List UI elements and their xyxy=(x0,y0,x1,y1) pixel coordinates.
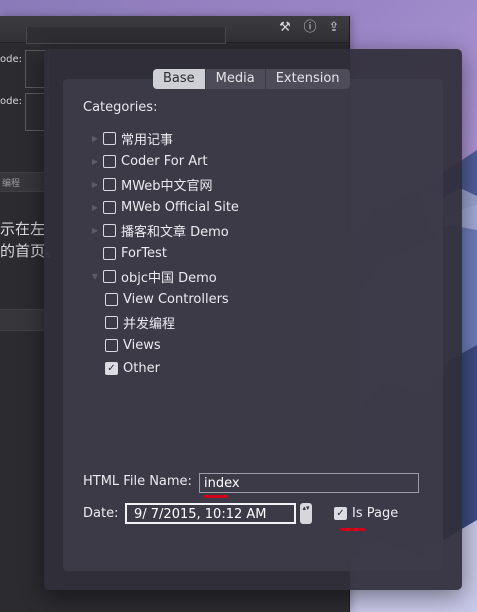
category-label: Views xyxy=(123,337,161,353)
category-item[interactable]: ▶ Coder For Art xyxy=(89,152,208,170)
date-stepper[interactable]: ▴▾ xyxy=(300,503,312,524)
field-label-1: ode: xyxy=(0,54,22,65)
category-item[interactable]: View Controllers xyxy=(105,290,229,308)
category-checkbox[interactable] xyxy=(103,246,116,260)
field-label-2: ode: xyxy=(0,96,22,107)
annotation-underline-filename xyxy=(203,495,228,498)
date-input[interactable]: 9/ 7/2015, 10:12 AM xyxy=(125,503,296,524)
category-label: MWeb Official Site xyxy=(121,199,239,215)
tag-strip: 编程 xyxy=(0,172,44,192)
categories-label: Categories: xyxy=(83,100,158,115)
category-checkbox[interactable] xyxy=(103,269,116,283)
category-label: objc中国 Demo xyxy=(121,270,217,286)
tab-base[interactable]: Base xyxy=(153,69,205,89)
editor-title-field[interactable] xyxy=(26,27,226,44)
editor-divider-strip xyxy=(0,309,44,331)
category-item[interactable]: 并发编程 xyxy=(105,313,176,332)
tab-media[interactable]: Media xyxy=(204,69,265,89)
is-page-option[interactable]: ✓ Is Page xyxy=(334,506,398,521)
category-item[interactable]: ▶ MWeb Official Site xyxy=(89,198,239,216)
category-item[interactable]: ▶ MWeb中文官网 xyxy=(89,175,213,194)
category-checkbox[interactable] xyxy=(103,154,116,168)
disclosure-collapsed-icon[interactable]: ▶ xyxy=(89,134,101,143)
preview-text-line-1: 示在左 xyxy=(0,220,46,238)
category-label: Coder For Art xyxy=(121,153,208,169)
category-item[interactable]: ▼ objc中国 Demo xyxy=(89,267,217,286)
disclosure-collapsed-icon[interactable]: ▶ xyxy=(89,203,101,212)
category-item[interactable]: ForTest xyxy=(89,244,167,262)
html-file-name-label: HTML File Name: xyxy=(83,474,192,489)
category-label: 并发编程 xyxy=(123,316,176,332)
category-checkbox[interactable] xyxy=(105,315,118,329)
category-checkbox[interactable] xyxy=(103,200,116,214)
annotation-underline-ispage xyxy=(340,528,365,531)
category-checkbox[interactable] xyxy=(103,177,116,191)
disclosure-expanded-icon[interactable]: ▼ xyxy=(89,272,101,281)
category-checkbox[interactable] xyxy=(105,292,118,306)
wrench-icon[interactable]: ⚒ xyxy=(276,19,294,37)
category-label: View Controllers xyxy=(123,291,229,307)
category-checkbox[interactable] xyxy=(103,131,116,145)
category-checkbox[interactable] xyxy=(105,338,118,352)
category-label: Other xyxy=(123,360,160,376)
tab-bar: Base Media Extension xyxy=(153,69,350,89)
disclosure-collapsed-icon[interactable]: ▶ xyxy=(89,157,101,166)
category-checkbox[interactable]: ✓ xyxy=(105,361,118,375)
category-item[interactable]: ▶ 常用记事 xyxy=(89,129,174,148)
is-page-label: Is Page xyxy=(352,506,399,521)
tag-label: 编程 xyxy=(2,179,21,189)
category-item[interactable]: Views xyxy=(105,336,161,354)
category-label: MWeb中文官网 xyxy=(121,178,213,194)
info-icon[interactable]: ⓘ xyxy=(301,19,319,37)
category-item[interactable]: ✓ Other xyxy=(105,359,160,377)
category-label: 播客和文章 Demo xyxy=(121,224,229,240)
category-item[interactable]: ▶ 播客和文章 Demo xyxy=(89,221,229,240)
is-page-checkbox[interactable]: ✓ xyxy=(334,507,347,520)
html-file-name-input[interactable]: index xyxy=(199,473,419,493)
category-label: 常用记事 xyxy=(121,132,174,148)
share-icon[interactable]: ⇪ xyxy=(325,19,343,37)
disclosure-collapsed-icon[interactable]: ▶ xyxy=(89,180,101,189)
disclosure-collapsed-icon[interactable]: ▶ xyxy=(89,226,101,235)
tab-extension[interactable]: Extension xyxy=(264,69,350,89)
category-checkbox[interactable] xyxy=(103,223,116,237)
date-label: Date: xyxy=(83,506,119,521)
category-label: ForTest xyxy=(121,245,167,261)
